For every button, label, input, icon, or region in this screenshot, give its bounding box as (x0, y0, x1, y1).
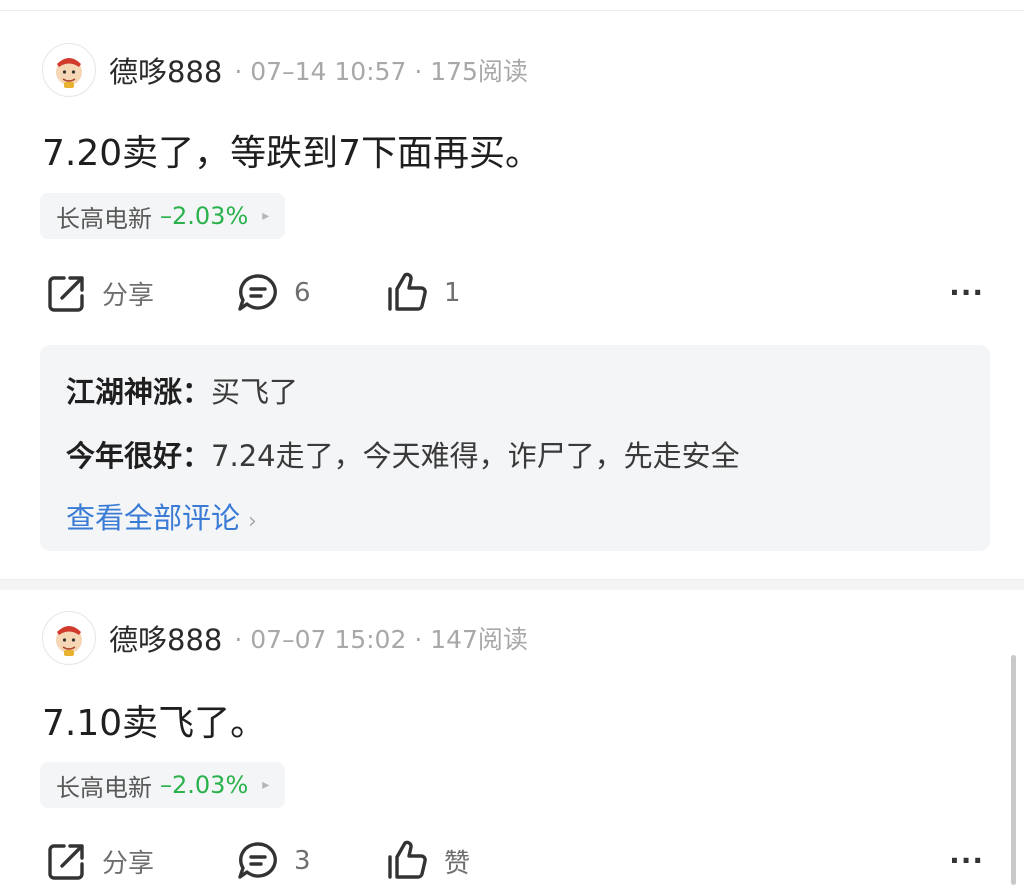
post-header: 德哆888 · 07–14 10:57 · 175阅读 (42, 42, 528, 98)
like-button[interactable]: 赞 (386, 836, 470, 886)
comment-colon: ： (182, 375, 212, 409)
action-bar: 分享 6 1 ··· (40, 268, 990, 318)
comment-text: 买飞了 (211, 375, 299, 409)
comment-user[interactable]: 今年很好 (66, 439, 182, 473)
action-bar: 分享 3 赞 ··· (40, 836, 990, 886)
comment-button[interactable]: 6 (236, 268, 311, 318)
more-icon[interactable]: ··· (949, 846, 984, 876)
stock-change: –2.03% (160, 771, 249, 799)
comment-button[interactable]: 3 (236, 836, 311, 886)
like-icon (388, 272, 427, 311)
author-name[interactable]: 德哆888 (109, 49, 222, 91)
comment-icon (238, 842, 277, 879)
comment-icon (238, 274, 277, 311)
post-content: 7.20卖了，等跌到7下面再买。 (42, 133, 542, 174)
share-button[interactable]: 分享 (46, 268, 154, 318)
comment-item[interactable]: 今年很好：7.24走了，今天难得，诈尸了，先走安全 (66, 433, 740, 475)
comment-user[interactable]: 江湖神涨 (66, 375, 182, 409)
like-count: 1 (444, 278, 461, 308)
post-content: 7.10卖飞了。 (42, 703, 267, 744)
more-icon[interactable]: ··· (949, 278, 984, 308)
like-button[interactable]: 1 (386, 268, 461, 318)
comment-count: 6 (294, 278, 311, 308)
comment-preview: 江湖神涨：买飞了 今年很好：7.24走了，今天难得，诈尸了，先走安全 查看全部评… (40, 345, 990, 551)
like-icon (388, 840, 427, 879)
post-divider (0, 579, 1024, 590)
like-label: 赞 (444, 848, 471, 879)
comment-colon: ： (182, 439, 212, 473)
comment-text: 7.24走了，今天难得，诈尸了，先走安全 (211, 439, 740, 473)
stock-tag[interactable]: 长高电新 –2.03% ▸ (40, 762, 286, 808)
post-card: 德哆888 · 07–07 15:02 · 147阅读 7.10卖飞了。 长高电… (0, 590, 1024, 893)
share-label: 分享 (102, 280, 155, 311)
share-button[interactable]: 分享 (46, 836, 154, 886)
scrollbar[interactable] (1011, 655, 1016, 885)
post-meta: · 07–14 10:57 · 175阅读 (234, 57, 528, 86)
stock-name: 长高电新 (56, 204, 152, 233)
see-all-label: 查看全部评论 (66, 501, 241, 535)
stock-tag[interactable]: 长高电新 –2.03% ▸ (40, 193, 286, 239)
post-meta: · 07–07 15:02 · 147阅读 (234, 625, 528, 654)
avatar-icon[interactable] (42, 43, 96, 97)
comment-item[interactable]: 江湖神涨：买飞了 (66, 369, 298, 411)
comment-count: 3 (294, 846, 311, 876)
share-label: 分享 (102, 848, 155, 879)
author-name[interactable]: 德哆888 (109, 617, 222, 659)
avatar-icon[interactable] (42, 611, 96, 665)
share-icon (48, 276, 84, 312)
play-arrow-icon: ▸ (262, 208, 270, 224)
chevron-right-icon: › (248, 509, 257, 534)
stock-change: –2.03% (160, 202, 249, 230)
share-icon (48, 844, 84, 880)
stock-name: 长高电新 (56, 773, 152, 802)
post-header: 德哆888 · 07–07 15:02 · 147阅读 (42, 610, 528, 666)
post-card: 德哆888 · 07–14 10:57 · 175阅读 7.20卖了，等跌到7下… (0, 0, 1024, 578)
see-all-comments-link[interactable]: 查看全部评论 › (66, 495, 257, 537)
play-arrow-icon: ▸ (262, 777, 270, 793)
